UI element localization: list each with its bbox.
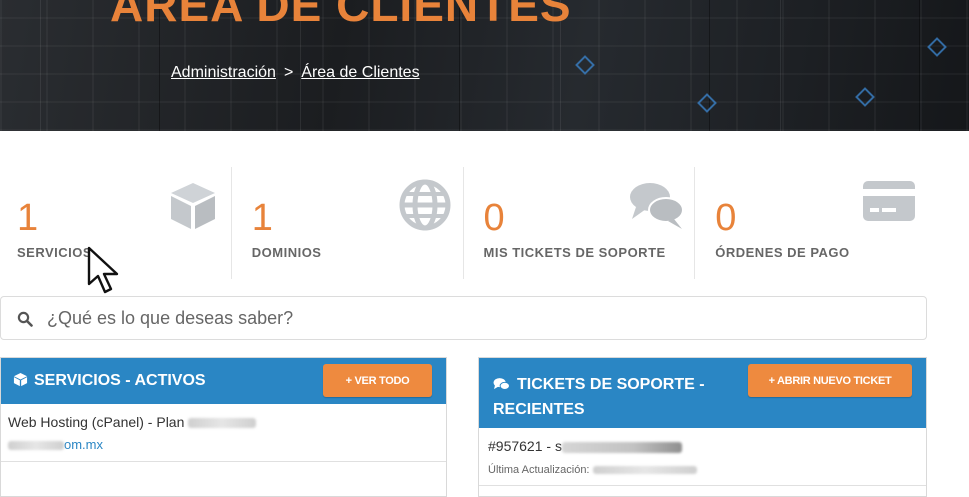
view-all-services-button[interactable]: + VER TODO [323,364,432,397]
service-domain[interactable]: om.mx [8,437,103,452]
cube-icon [13,372,28,387]
tickets-panel-title-text: TICKETS DE SOPORTE - RECIENTES [493,376,705,418]
open-new-ticket-button[interactable]: + ABRIR NUEVO TICKET [748,364,912,397]
redacted-text [592,466,697,475]
stat-label: DOMINIOS [251,245,322,260]
cube-icon [170,183,215,229]
tickets-panel: TICKETS DE SOPORTE - RECIENTES + ABRIR N… [478,357,927,497]
redacted-text [8,441,64,451]
stat-value: 0 [715,197,737,239]
mouse-cursor-icon [87,246,119,294]
stat-ordenes[interactable]: 0 ÓRDENES DE PAGO [695,167,927,279]
hero-banner: ÁREA DE CLIENTES Administración > Área de … [0,0,969,131]
knowledgebase-search [0,296,927,340]
services-panel-header: SERVICIOS - ACTIVOS + VER TODO [1,358,446,404]
stat-value: 1 [17,197,39,239]
service-name-text: Web Hosting (cPanel) - Plan [8,414,185,430]
stat-value: 0 [483,197,505,239]
redacted-text [561,441,682,453]
search-icon [17,311,33,327]
stat-label: ÓRDENES DE PAGO [715,245,850,260]
services-panel-title-text: SERVICIOS - ACTIVOS [34,372,206,389]
credit-card-icon [863,181,915,221]
search-input[interactable] [47,297,907,339]
stat-label: SERVICIOS [17,245,93,260]
hero-background-rack [780,0,920,131]
list-item[interactable]: #957621 - s Última Actualización: [479,428,926,486]
service-domain-text: om.mx [64,437,103,452]
services-panel-title: SERVICIOS - ACTIVOS [13,372,206,390]
ticket-title: #957621 - s [488,438,682,454]
ticket-title-text: #957621 - s [488,438,562,454]
tickets-panel-header: TICKETS DE SOPORTE - RECIENTES + ABRIR N… [479,358,926,428]
breadcrumb: Administración > Área de Clientes [171,64,420,82]
stat-tickets[interactable]: 0 MIS TICKETS DE SOPORTE [464,167,696,279]
ticket-updated: Última Actualización: [488,464,697,476]
list-item[interactable]: Web Hosting (cPanel) - Plan om.mx [1,404,446,462]
stats-row: 1 SERVICIOS 1 DOMINIOS 0 MIS TICKETS DE … [0,167,927,279]
redacted-text [188,418,257,429]
ticket-updated-label: Última Actualización: [488,464,590,476]
breadcrumb-separator: > [283,64,294,81]
page-title: ÁREA DE CLIENTES [110,0,572,31]
chat-bubbles-icon [493,378,510,390]
service-name: Web Hosting (cPanel) - Plan [8,414,257,430]
stat-dominios[interactable]: 1 DOMINIOS [232,167,464,279]
chat-bubbles-icon [630,183,685,229]
breadcrumb-home-link[interactable]: Administración [171,64,276,81]
tickets-panel-title: TICKETS DE SOPORTE - RECIENTES [493,372,733,422]
hero-decoration [927,37,947,57]
services-panel: SERVICIOS - ACTIVOS + VER TODO Web Hosti… [0,357,447,497]
globe-icon [399,179,450,231]
stat-value: 1 [251,197,273,239]
breadcrumb-current-link[interactable]: Área de Clientes [301,64,419,81]
stat-label: MIS TICKETS DE SOPORTE [483,245,666,260]
